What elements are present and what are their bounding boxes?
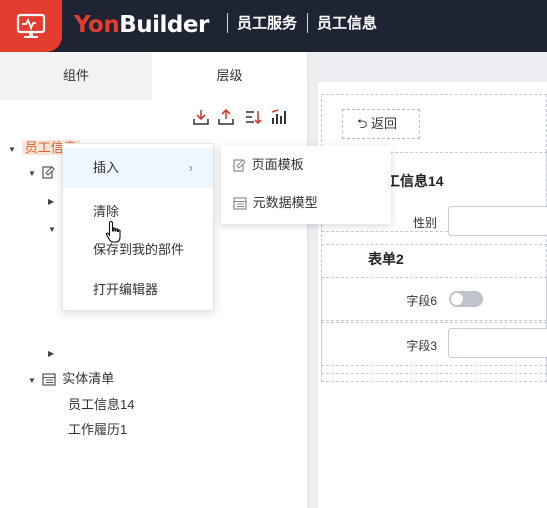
download-icon[interactable] <box>192 108 210 126</box>
submenu-item-label: 页面模板 <box>251 157 304 172</box>
form-title: 工信息14 <box>386 173 444 189</box>
nav-employee-service[interactable]: 员工服务 <box>237 14 297 34</box>
hand-cursor-icon <box>105 220 121 243</box>
tree-node-label: 工作履历1 <box>68 422 128 437</box>
switch-knob <box>451 293 463 305</box>
menu-item-insert[interactable]: 插入 › <box>63 148 213 188</box>
tree-node-collapsed[interactable]: ▶ <box>48 340 58 364</box>
menu-item-label: 清除 <box>93 204 120 219</box>
back-button-label: 返回 <box>371 116 398 131</box>
sort-icon[interactable] <box>244 108 262 126</box>
brand-logo: YonBuilder <box>74 11 209 39</box>
submenu-item-metadata-model[interactable]: 元数据模型 <box>221 184 391 222</box>
brand-builder: Builder <box>119 12 209 38</box>
tab-hierarchy[interactable]: 层级 <box>152 52 307 100</box>
section2-title: 表单2 <box>368 251 404 267</box>
field3-input[interactable] <box>448 328 547 358</box>
tree-node-label: 员工信息14 <box>68 397 135 412</box>
upload-icon[interactable] <box>217 108 235 126</box>
caret-right-icon[interactable]: ▶ <box>48 190 58 214</box>
edit-doc-icon <box>42 166 55 179</box>
header-divider <box>307 13 308 33</box>
menu-item-label: 打开编辑器 <box>93 282 159 297</box>
caret-down-icon[interactable]: ▼ <box>28 369 38 393</box>
caret-down-icon[interactable]: ▼ <box>8 138 18 162</box>
menu-item-open-editor[interactable]: 打开编辑器 <box>63 270 213 310</box>
tree-node-expanded[interactable]: ▼ <box>48 216 58 240</box>
gender-label: 性别 <box>412 216 437 230</box>
field3-label: 字段3 <box>406 339 437 353</box>
back-button[interactable]: ⮌ 返回 <box>342 109 420 139</box>
tree-node-label: 实体清单 <box>62 371 115 386</box>
panel-tabs: 组件 层级 <box>0 52 307 100</box>
tree-node-entity[interactable]: 员工信息14 <box>68 393 134 417</box>
context-menu: 插入 › 清除 保存到我的部件 打开编辑器 <box>62 143 214 311</box>
menu-item-label: 插入 <box>93 160 120 175</box>
monitor-icon <box>16 13 46 38</box>
insert-submenu: 页面模板 元数据模型 <box>221 146 391 224</box>
field6-switch[interactable] <box>449 291 483 307</box>
table-icon <box>42 373 56 386</box>
caret-down-icon[interactable]: ▼ <box>48 218 58 242</box>
brand-yon: Yon <box>74 12 120 38</box>
app-logo[interactable] <box>0 0 62 52</box>
design-canvas: ⮌ 返回 工信息14 性别 表单2 字段6 字段3 <box>309 52 547 508</box>
caret-right-icon[interactable]: ▶ <box>48 342 58 366</box>
caret-down-icon[interactable]: ▼ <box>28 162 38 186</box>
gender-input[interactable] <box>448 206 547 236</box>
edit-doc-icon <box>233 159 246 172</box>
field6-label: 字段6 <box>406 294 437 308</box>
nav-employee-info[interactable]: 员工信息 <box>317 14 377 34</box>
header-divider <box>227 13 228 33</box>
tree-node-entity-list[interactable]: ▼ 实体清单 <box>28 367 114 391</box>
back-arrow-icon: ⮌ <box>357 116 368 131</box>
tree-node-collapsed[interactable]: ▶ <box>48 188 58 212</box>
tree-node-entity[interactable]: 工作履历1 <box>68 418 127 442</box>
app-header: YonBuilder 员工服务 员工信息 <box>0 0 547 52</box>
bar-chart-icon[interactable] <box>270 108 288 126</box>
menu-item-clear[interactable]: 清除 <box>63 192 213 232</box>
chevron-right-icon: › <box>188 160 193 175</box>
tab-components[interactable]: 组件 <box>0 52 152 100</box>
table-icon <box>233 197 247 210</box>
menu-item-save-widget[interactable]: 保存到我的部件 <box>63 230 213 270</box>
submenu-item-label: 元数据模型 <box>252 195 318 210</box>
submenu-item-page-template[interactable]: 页面模板 <box>221 146 391 184</box>
